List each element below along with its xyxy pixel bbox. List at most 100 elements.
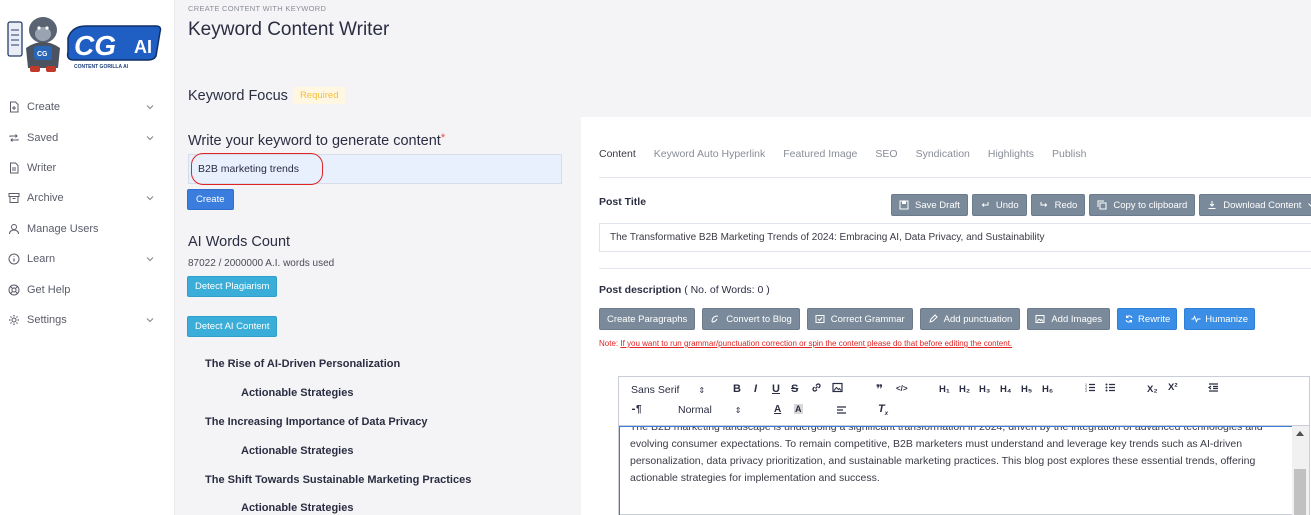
keyword-input[interactable] bbox=[188, 154, 562, 184]
outline-subheading[interactable]: Actionable Strategies bbox=[241, 502, 353, 514]
ordered-list-icon[interactable]: 123 bbox=[1085, 382, 1096, 396]
outdent-icon[interactable] bbox=[1208, 382, 1219, 396]
post-description-title: Post description bbox=[599, 284, 682, 296]
blockquote-icon[interactable]: ❞ bbox=[876, 382, 883, 396]
tab-keyword-auto-hyperlink[interactable]: Keyword Auto Hyperlink bbox=[654, 148, 765, 160]
convert-to-blog-button[interactable]: Convert to Blog bbox=[702, 308, 800, 330]
svg-text:3: 3 bbox=[1085, 389, 1087, 393]
italic-icon[interactable]: I bbox=[754, 383, 757, 395]
note-prefix: Note: bbox=[599, 339, 619, 348]
select-arrows-icon: ⇕ bbox=[698, 386, 706, 395]
content-gorilla-logo[interactable]: CG CG AI CONTENT GORILLA AI bbox=[6, 8, 166, 76]
copy-label: Copy to clipboard bbox=[1113, 199, 1188, 211]
text-size-select[interactable]: Normal ⇕ bbox=[678, 404, 741, 416]
blog-icon bbox=[710, 314, 720, 324]
subscript-icon[interactable]: X₂ bbox=[1147, 384, 1158, 395]
sidebar-item-saved[interactable]: Saved bbox=[0, 122, 175, 152]
heading-4-icon[interactable]: H₄ bbox=[1000, 384, 1011, 395]
correct-grammar-label: Correct Grammar bbox=[830, 313, 905, 325]
heading-5-icon[interactable]: H₅ bbox=[1021, 384, 1032, 395]
scrollbar-thumb[interactable] bbox=[1294, 469, 1306, 515]
save-draft-button[interactable]: Save Draft bbox=[891, 194, 968, 216]
link-icon[interactable] bbox=[811, 382, 822, 396]
sidebar-item-label: Get Help bbox=[27, 283, 71, 296]
sidebar-item-settings[interactable]: Settings bbox=[0, 305, 175, 335]
sidebar-item-get-help[interactable]: Get Help bbox=[0, 274, 175, 304]
copy-icon bbox=[1097, 200, 1107, 210]
add-images-button[interactable]: Add Images bbox=[1027, 308, 1111, 330]
editor-scrollbar[interactable] bbox=[1292, 426, 1309, 515]
content-actions-toolbar: Create Paragraphs Convert to Blog Correc… bbox=[599, 308, 1256, 330]
ai-words-used: 87022 / 2000000 A.I. words used bbox=[188, 258, 335, 269]
tab-highlights[interactable]: Highlights bbox=[988, 148, 1034, 160]
detect-plagiarism-button[interactable]: Detect Plagiarism bbox=[187, 276, 278, 297]
note-text[interactable]: If you want to run grammar/punctuation c… bbox=[620, 339, 1012, 348]
tab-seo[interactable]: SEO bbox=[875, 148, 897, 160]
download-content-button[interactable]: Download Content bbox=[1199, 194, 1311, 216]
undo-label: Undo bbox=[995, 199, 1019, 211]
editor-body[interactable]: The B2B marketing landscape is undergoin… bbox=[619, 426, 1293, 515]
superscript-icon[interactable]: X² bbox=[1168, 382, 1178, 393]
code-icon[interactable]: </> bbox=[896, 384, 908, 393]
detect-ai-content-button[interactable]: Detect AI Content bbox=[187, 316, 278, 337]
outline-heading[interactable]: The Rise of AI-Driven Personalization bbox=[205, 358, 400, 370]
tab-content[interactable]: Content bbox=[599, 148, 636, 160]
heading-3-icon[interactable]: H₃ bbox=[979, 384, 990, 395]
repeat-icon bbox=[7, 131, 20, 144]
content-tabs: Content Keyword Auto Hyperlink Featured … bbox=[599, 148, 1104, 160]
outline-subheading[interactable]: Actionable Strategies bbox=[241, 387, 353, 399]
strike-icon[interactable]: S bbox=[791, 383, 798, 395]
sidebar-item-archive[interactable]: Archive bbox=[0, 183, 175, 213]
rewrite-button[interactable]: Rewrite bbox=[1117, 308, 1178, 330]
redo-icon bbox=[1039, 200, 1049, 210]
bullet-list-icon[interactable] bbox=[1105, 382, 1116, 396]
redo-button[interactable]: Redo bbox=[1030, 194, 1086, 216]
logo-tagline: CONTENT GORILLA AI bbox=[74, 64, 129, 70]
text-direction-icon[interactable]: ⁃¶ bbox=[631, 404, 642, 415]
tab-publish[interactable]: Publish bbox=[1052, 148, 1086, 160]
image-icon[interactable] bbox=[832, 382, 843, 396]
humanize-button[interactable]: Humanize bbox=[1184, 308, 1256, 330]
redo-label: Redo bbox=[1054, 199, 1078, 211]
heading-2-icon[interactable]: H₂ bbox=[959, 384, 970, 395]
tab-featured-image[interactable]: Featured Image bbox=[783, 148, 857, 160]
undo-button[interactable]: Undo bbox=[971, 194, 1027, 216]
post-title-input[interactable] bbox=[599, 223, 1311, 252]
underline-icon[interactable]: U bbox=[772, 383, 780, 395]
sidebar-item-learn[interactable]: Learn bbox=[0, 244, 175, 274]
file-plus-icon bbox=[7, 101, 20, 114]
archive-icon bbox=[7, 192, 20, 205]
sidebar-item-writer[interactable]: Writer bbox=[0, 153, 175, 183]
text-size-value: Normal bbox=[678, 404, 712, 416]
heading-6-icon[interactable]: H₆ bbox=[1042, 384, 1053, 395]
background-color-icon[interactable]: A bbox=[794, 404, 803, 414]
correct-grammar-button[interactable]: Correct Grammar bbox=[806, 308, 913, 330]
heading-1-icon[interactable]: H₁ bbox=[939, 384, 950, 395]
scroll-up-arrow-icon[interactable] bbox=[1296, 431, 1304, 436]
sidebar-item-manage-users[interactable]: Manage Users bbox=[0, 214, 175, 244]
keyword-panel: Keyword Focus Required Write your keyword… bbox=[175, 70, 580, 515]
add-punctuation-button[interactable]: Add punctuation bbox=[919, 308, 1021, 330]
keyword-focus-heading: Keyword Focus Required bbox=[188, 87, 345, 104]
word-count: ( No. of Words: 0 ) bbox=[684, 284, 770, 296]
content-panel: Content Keyword Auto Hyperlink Featured … bbox=[581, 117, 1311, 515]
pulse-icon bbox=[1191, 314, 1201, 324]
align-icon[interactable] bbox=[836, 404, 847, 418]
bold-icon[interactable]: B bbox=[733, 383, 741, 395]
copy-to-clipboard-button[interactable]: Copy to clipboard bbox=[1089, 194, 1196, 216]
outline-heading[interactable]: The Shift Towards Sustainable Marketing … bbox=[205, 474, 471, 486]
text-color-icon[interactable]: A bbox=[774, 404, 781, 415]
lifebuoy-icon bbox=[7, 283, 20, 296]
sidebar-item-create[interactable]: Create bbox=[0, 92, 175, 122]
select-arrows-icon: ⇕ bbox=[734, 406, 742, 415]
font-family-select[interactable]: Sans Serif ⇕ bbox=[631, 384, 705, 396]
tab-syndication[interactable]: Syndication bbox=[916, 148, 970, 160]
clear-formatting-icon[interactable]: Tx bbox=[878, 403, 888, 417]
outline-subheading[interactable]: Actionable Strategies bbox=[241, 445, 353, 457]
sidebar-item-label: Settings bbox=[27, 313, 67, 326]
save-draft-label: Save Draft bbox=[915, 199, 960, 211]
create-button[interactable]: Create bbox=[187, 189, 234, 210]
outline-heading[interactable]: The Increasing Importance of Data Privac… bbox=[205, 416, 428, 428]
create-paragraphs-button[interactable]: Create Paragraphs bbox=[599, 308, 696, 330]
undo-icon bbox=[980, 200, 990, 210]
